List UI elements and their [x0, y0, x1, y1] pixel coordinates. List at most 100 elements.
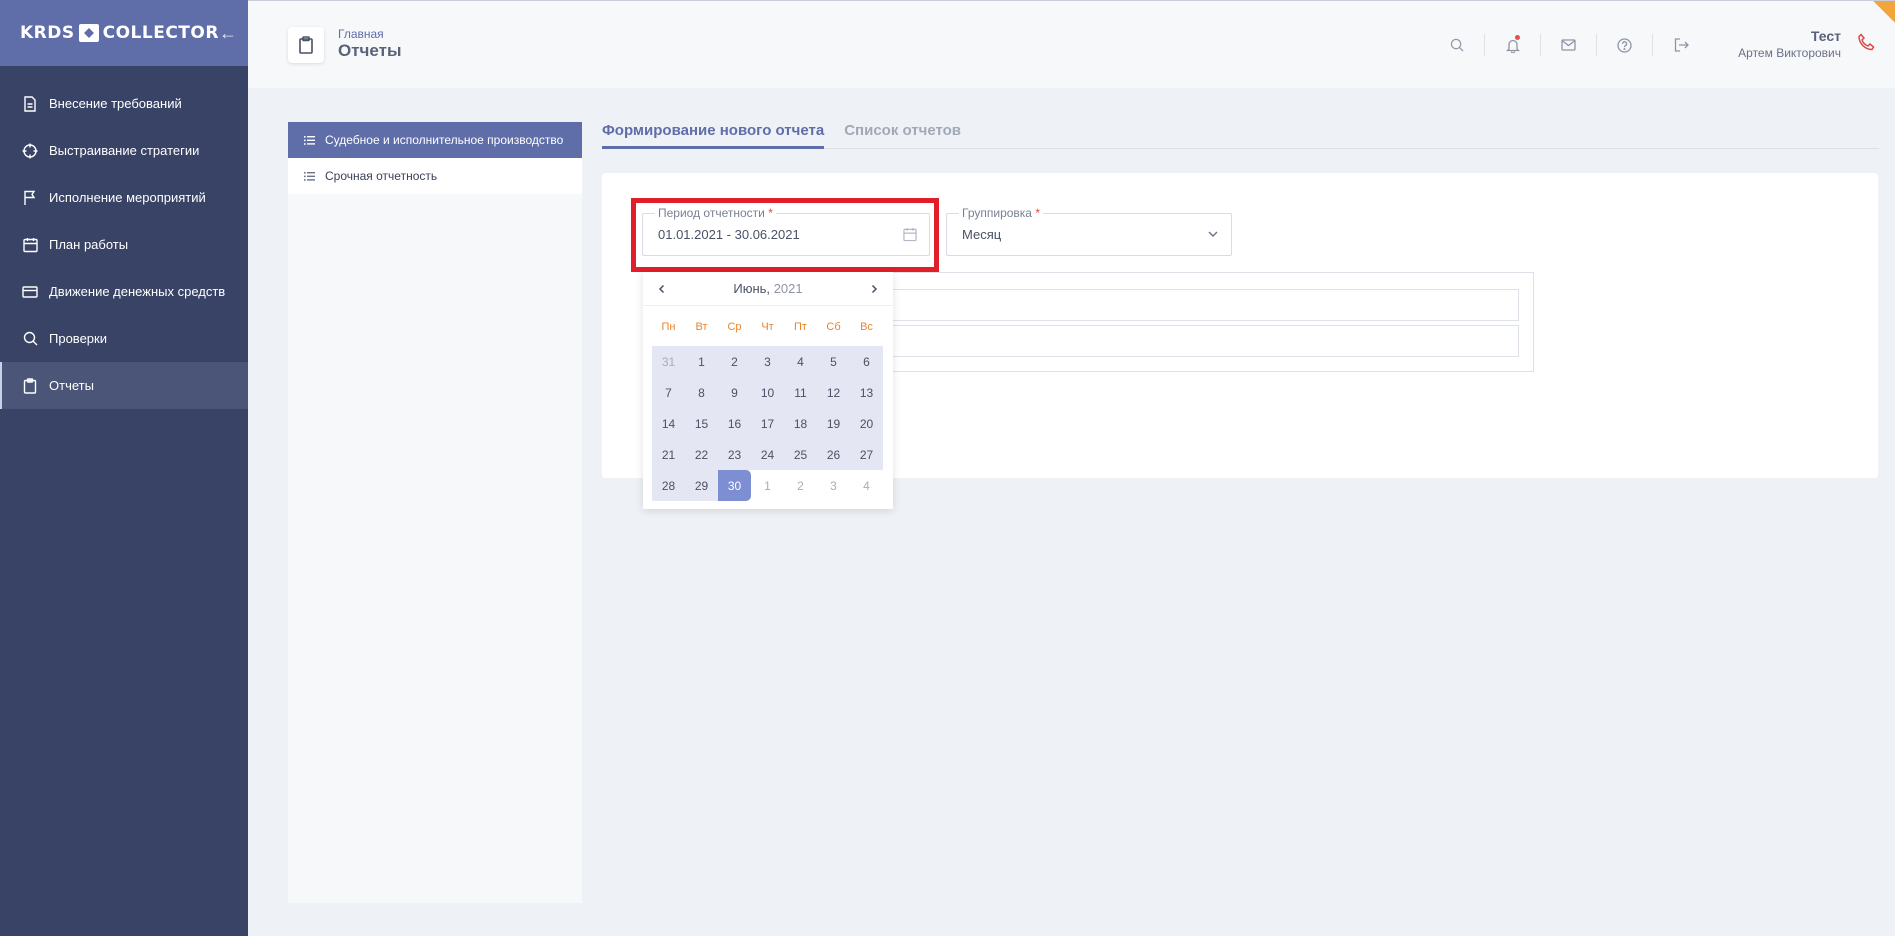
report-option-field[interactable] [890, 325, 1519, 357]
calendar-header: Июнь, 2021 [643, 272, 893, 306]
calendar-day[interactable]: 28 [652, 470, 685, 501]
sidebar-header: KRDS COLLECTOR ← [0, 0, 248, 66]
sidebar-item-label: Исполнение мероприятий [49, 190, 206, 205]
notifications-button[interactable] [1485, 34, 1541, 56]
calendar-day[interactable]: 14 [652, 408, 685, 439]
user-short-name: Тест [1810, 28, 1841, 44]
calendar-day[interactable]: 6 [850, 346, 883, 377]
calendar-day[interactable]: 7 [652, 377, 685, 408]
header-search-button[interactable] [1429, 34, 1485, 56]
calendar-day[interactable]: 21 [652, 439, 685, 470]
sidebar-item-label: Проверки [49, 331, 107, 346]
weekday-label: Ср [727, 321, 742, 333]
chevron-right-icon [871, 284, 878, 293]
calendar-day[interactable]: 27 [850, 439, 883, 470]
calendar-day[interactable]: 2 [718, 346, 751, 377]
tab-report-list[interactable]: Список отчетов [844, 118, 961, 149]
weekday-label: Пн [661, 321, 676, 333]
category-label: Срочная отчетность [325, 169, 438, 183]
calendar-day[interactable]: 25 [784, 439, 817, 470]
calendar-day[interactable]: 16 [718, 408, 751, 439]
calendar-day[interactable]: 29 [685, 470, 718, 501]
chevron-left-icon [658, 284, 665, 293]
calendar-day[interactable]: 18 [784, 408, 817, 439]
calendar-day[interactable]: 13 [850, 377, 883, 408]
calendar-day[interactable]: 17 [751, 408, 784, 439]
calendar-day[interactable]: 23 [718, 439, 751, 470]
calendar-day[interactable]: 26 [817, 439, 850, 470]
calendar-day[interactable]: 3 [751, 346, 784, 377]
calendar-day[interactable]: 15 [685, 408, 718, 439]
calendar-day[interactable]: 2 [784, 470, 817, 501]
help-button[interactable] [1597, 34, 1653, 56]
calendar-day[interactable]: 22 [685, 439, 718, 470]
flag-icon [22, 190, 38, 206]
weekday-label: Вс [860, 321, 873, 333]
sidebar-item-label: Внесение требований [49, 96, 182, 111]
tab-new-report[interactable]: Формирование нового отчета [602, 118, 825, 149]
help-icon [1617, 37, 1632, 53]
calendar-day[interactable]: 10 [751, 377, 784, 408]
grouping-label: Группировка * [959, 206, 1043, 220]
calendar-day[interactable]: 3 [817, 470, 850, 501]
calendar-day[interactable]: 1 [685, 346, 718, 377]
messages-button[interactable] [1541, 34, 1597, 56]
search-icon [1450, 38, 1463, 52]
mail-icon [1561, 39, 1576, 51]
corner-ribbon [1873, 1, 1895, 23]
logo-right-text: COLLECTOR [102, 23, 219, 43]
calendar-day[interactable]: 8 [685, 377, 718, 408]
breadcrumb[interactable]: Главная [338, 27, 384, 41]
calendar-day-selected[interactable]: 30 [718, 470, 751, 501]
calendar-month: Июнь, [733, 281, 771, 296]
user-info[interactable]: Тест Артем Викторович [1738, 28, 1841, 60]
calendar-day[interactable]: 5 [817, 346, 850, 377]
list-icon [304, 135, 315, 145]
logo[interactable]: KRDS COLLECTOR [20, 23, 219, 43]
report-categories-panel: Судебное и исполнительное производство С… [288, 122, 582, 903]
calendar-day[interactable]: 4 [850, 470, 883, 501]
search-icon [22, 331, 38, 347]
calendar-day[interactable]: 11 [784, 377, 817, 408]
sidebar-item-requirements[interactable]: Внесение требований [0, 80, 248, 127]
sidebar-item-checks[interactable]: Проверки [0, 315, 248, 362]
calendar-day[interactable]: 4 [784, 346, 817, 377]
sidebar-item-work-plan[interactable]: План работы [0, 221, 248, 268]
sidebar-nav: Внесение требований Выстраивание стратег… [0, 80, 248, 409]
category-label: Судебное и исполнительное производство [325, 133, 564, 147]
sidebar-item-activities[interactable]: Исполнение мероприятий [0, 174, 248, 221]
logout-button[interactable] [1653, 34, 1709, 56]
category-urgent-reporting[interactable]: Срочная отчетность [288, 158, 582, 194]
grouping-select[interactable]: Группировка * Месяц [946, 206, 1232, 256]
page-title: Отчеты [338, 41, 402, 60]
calendar-day[interactable]: 1 [751, 470, 784, 501]
calendar-day[interactable]: 9 [718, 377, 751, 408]
report-tabs: Формирование нового отчета Список отчето… [602, 118, 1879, 149]
prev-month-button[interactable] [657, 281, 667, 297]
phone-icon[interactable] [1857, 33, 1875, 56]
category-court-proceedings[interactable]: Судебное и исполнительное производство [288, 122, 582, 158]
list-icon [304, 171, 315, 181]
calendar-day[interactable]: 19 [817, 408, 850, 439]
calendar-day[interactable]: 31 [652, 346, 685, 377]
calendar-grid: Пн Вт Ср Чт Пт Сб Вс 31 1 2 3 4 5 6 7 8 9 10 11 12 13… [643, 316, 893, 501]
sidebar-item-cash-flow[interactable]: Движение денежных средств [0, 268, 248, 315]
sidebar-item-reports[interactable]: Отчеты [0, 362, 248, 409]
chevron-down-icon [1207, 227, 1219, 245]
calendar-day[interactable]: 20 [850, 408, 883, 439]
clipboard-icon [299, 36, 313, 54]
next-month-button[interactable] [869, 281, 879, 297]
calendar-day[interactable]: 24 [751, 439, 784, 470]
collapse-sidebar-button[interactable]: ← [219, 23, 237, 44]
calendar-year: 2021 [773, 281, 803, 296]
sidebar-item-label: Выстраивание стратегии [49, 143, 200, 158]
calendar-title[interactable]: Июнь, 2021 [733, 281, 802, 296]
date-range-calendar: Июнь, 2021 Пн Вт Ср Чт Пт Сб Вс 31 1 2 3 4 5 6… [643, 272, 893, 509]
logo-left-text: KRDS [20, 23, 75, 43]
calendar-day[interactable]: 12 [817, 377, 850, 408]
card-icon [22, 284, 38, 300]
sidebar-item-strategy[interactable]: Выстраивание стратегии [0, 127, 248, 174]
header-actions [1429, 34, 1709, 56]
weekday-label: Чт [761, 321, 774, 333]
report-option-field[interactable] [890, 289, 1519, 321]
